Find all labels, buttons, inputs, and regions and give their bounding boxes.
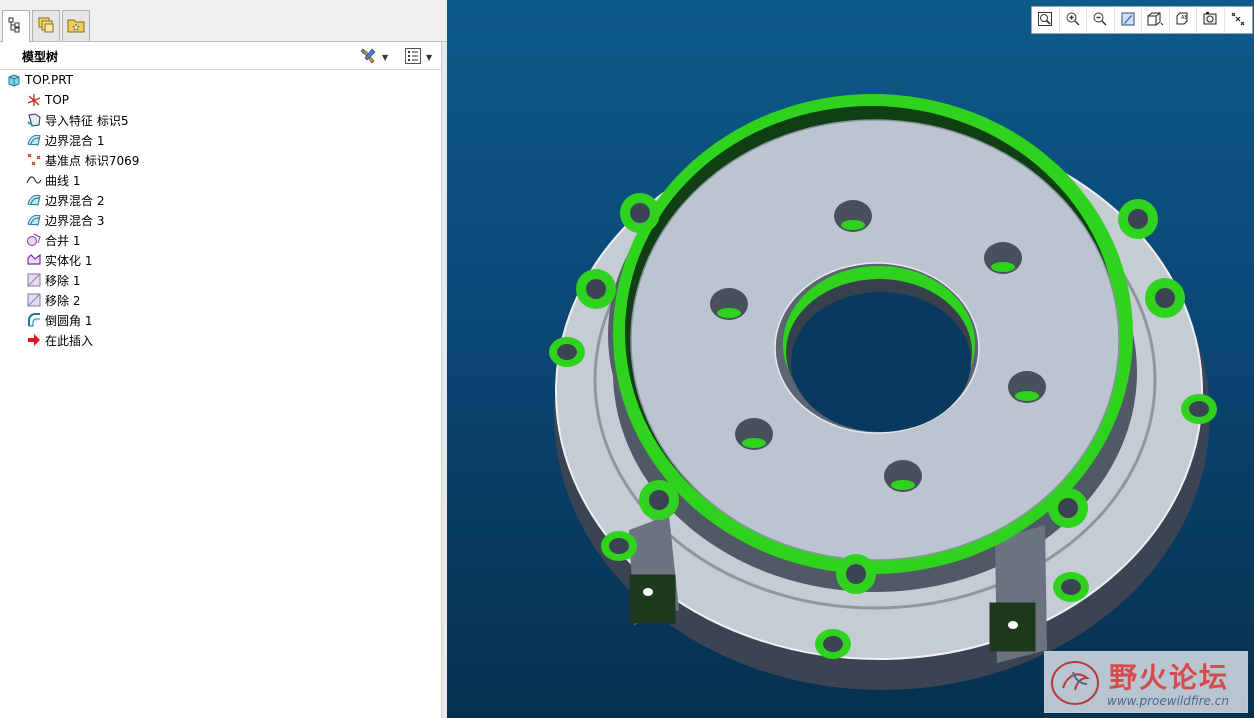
zoom-out-button[interactable] [1087, 7, 1115, 33]
tree-item-label: 移除 2 [45, 293, 81, 308]
tree-title: 模型树 [22, 50, 59, 64]
lug-right [989, 525, 1047, 663]
tree-item-import[interactable]: 导入特征 标识5 [26, 110, 128, 130]
saved-views-button[interactable]: AB [1170, 7, 1197, 33]
tree-item-blend-1[interactable]: 边界混合 1 [26, 130, 104, 150]
round-icon [26, 312, 42, 328]
tree-item-solidify[interactable]: 实体化 1 [26, 250, 92, 270]
forum-watermark: 野火论坛 www.proewildfire.cn [1044, 651, 1248, 713]
tree-settings-button[interactable]: ▼ [360, 47, 388, 67]
watermark-title: 野火论坛 [1109, 661, 1230, 694]
tree-item-label: 导入特征 标识5 [45, 113, 129, 128]
datum-point-icon [26, 152, 42, 168]
refit-icon [1037, 11, 1053, 30]
solidify-icon [26, 252, 42, 268]
zoom-in-icon [1065, 11, 1081, 30]
tree-item-csys[interactable]: TOP [26, 90, 69, 110]
tree-root-label: TOP.PRT [25, 73, 73, 87]
boundary-blend-icon [26, 192, 42, 208]
boundary-blend-icon [26, 212, 42, 228]
watermark-url: www.proewildfire.cn [1107, 694, 1229, 708]
remove-icon [26, 292, 42, 308]
tree-item-label: 移除 1 [45, 273, 81, 288]
model-tree-icon [8, 17, 24, 36]
insert-here-arrow-icon [26, 332, 42, 348]
part-model[interactable] [447, 0, 1254, 718]
tree-item-curve[interactable]: 曲线 1 [26, 170, 80, 190]
model-tree-panel: 模型树 ▼ ▼ TOP.PRT TOP 导入特征 标识5 边界混合 1 基准点 … [0, 0, 447, 718]
tree-item-label: 在此插入 [45, 333, 94, 348]
tree-item-label: 合并 1 [45, 233, 81, 248]
tree-item-insert-here[interactable]: 在此插入 [26, 330, 93, 350]
folder-star-icon [67, 16, 85, 37]
tree-item-merge[interactable]: 合并 1 [26, 230, 80, 250]
layer-tree-tab[interactable] [32, 10, 60, 41]
tree-columns-icon [404, 47, 422, 68]
boundary-blend-icon [26, 132, 42, 148]
zoom-in-button[interactable] [1060, 7, 1087, 33]
navigator-tabs [0, 0, 447, 42]
tree-item-remove-2[interactable]: 移除 2 [26, 290, 80, 310]
curve-icon [26, 172, 42, 188]
center-bore [774, 262, 980, 434]
datum-display-icon [1230, 11, 1246, 30]
datum-display-button[interactable] [1225, 7, 1253, 33]
chevron-down-icon: ▼ [382, 52, 389, 62]
tree-root[interactable]: TOP.PRT [6, 70, 73, 90]
forum-logo [1051, 661, 1099, 705]
tree-item-label: 边界混合 1 [45, 133, 105, 148]
tree-item-round[interactable]: 倒圆角 1 [26, 310, 92, 330]
tree-item-label: TOP [45, 93, 70, 107]
part-icon [6, 72, 22, 88]
tree-item-blend-2[interactable]: 边界混合 2 [26, 190, 104, 210]
tree-item-label: 边界混合 2 [45, 193, 105, 208]
layers-icon [37, 16, 55, 37]
graphics-window[interactable]: AB 野火论坛 www.proewildfire.cn [447, 0, 1254, 718]
model-tree-tab[interactable] [2, 10, 30, 42]
repaint-icon [1120, 11, 1136, 30]
view-toolbar: AB [1031, 6, 1253, 34]
tree-settings-icon [360, 47, 378, 68]
import-feature-icon [26, 112, 42, 128]
view-manager-button[interactable] [1197, 7, 1225, 33]
tree-item-remove-1[interactable]: 移除 1 [26, 270, 80, 290]
tree-columns-button[interactable]: ▼ [404, 47, 432, 67]
refit-button[interactable] [1032, 7, 1060, 33]
remove-icon [26, 272, 42, 288]
chevron-down-icon: ▼ [426, 52, 433, 62]
tree-item-label: 边界混合 3 [45, 213, 105, 228]
tree-item-datum-point[interactable]: 基准点 标识7069 [26, 150, 139, 170]
tree-item-label: 曲线 1 [45, 173, 81, 188]
saved-views-icon: AB [1174, 11, 1192, 30]
zoom-out-icon [1092, 11, 1108, 30]
merge-icon [26, 232, 42, 248]
favorites-tab[interactable] [62, 10, 90, 41]
shaded-cube-icon [1146, 11, 1164, 30]
tree-item-label: 倒圆角 1 [45, 313, 93, 328]
tree-item-blend-3[interactable]: 边界混合 3 [26, 210, 104, 230]
tree-item-label: 实体化 1 [45, 253, 93, 268]
datum-csys-icon [26, 92, 42, 108]
view-manager-icon [1202, 11, 1218, 30]
display-style-button[interactable] [1142, 7, 1170, 33]
tree-header: 模型树 ▼ ▼ [0, 42, 441, 70]
tree-item-label: 基准点 标识7069 [45, 153, 140, 168]
svg-text:AB: AB [1181, 15, 1188, 21]
repaint-button[interactable] [1115, 7, 1142, 33]
